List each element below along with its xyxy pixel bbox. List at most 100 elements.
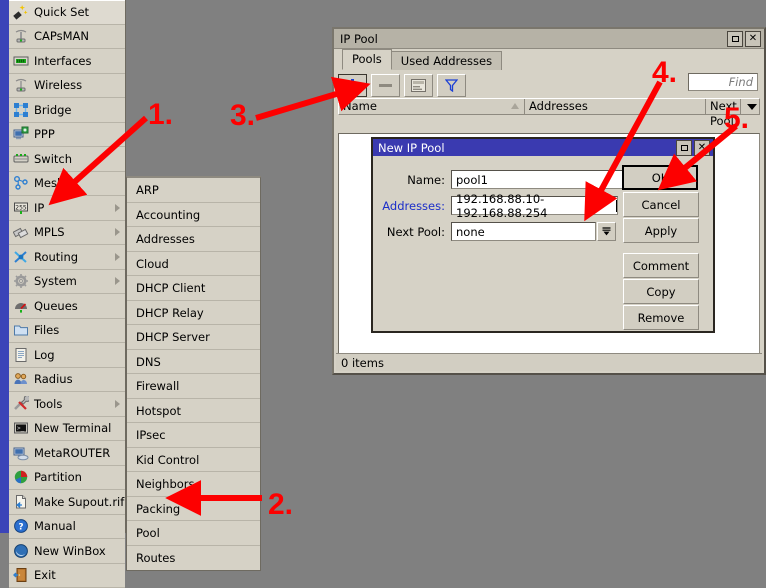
- comment-button[interactable]: [404, 74, 433, 97]
- sidebar-item-system[interactable]: System: [9, 270, 125, 295]
- wireless-icon: [13, 77, 29, 93]
- quickset-icon: [13, 4, 29, 20]
- sidebar-item-label: Routing: [34, 250, 78, 264]
- submenu-item-routes[interactable]: Routes: [127, 546, 260, 571]
- sidebar-item-ip[interactable]: 255IP: [9, 196, 125, 221]
- tab-used-addresses[interactable]: Used Addresses: [391, 51, 502, 70]
- metarouter-icon: [13, 445, 29, 461]
- sidebar-item-new-winbox[interactable]: New WinBox: [9, 539, 125, 564]
- bridge-icon: [13, 102, 29, 118]
- submenu-item-dns[interactable]: DNS: [127, 350, 260, 375]
- submenu-item-dhcp-server[interactable]: DHCP Server: [127, 325, 260, 350]
- sidebar-item-log[interactable]: Log: [9, 343, 125, 368]
- submenu-item-neighbors[interactable]: Neighbors: [127, 472, 260, 497]
- sidebar-item-partition[interactable]: Partition: [9, 466, 125, 491]
- sidebar-item-label: CAPsMAN: [34, 29, 89, 43]
- name-input[interactable]: pool1: [451, 170, 638, 189]
- radius-icon: [13, 371, 29, 387]
- annotation-1: 1.: [148, 100, 173, 130]
- next-pool-dropdown-button[interactable]: [597, 222, 616, 241]
- capsman-icon: [13, 28, 29, 44]
- find-input[interactable]: Find: [688, 73, 758, 91]
- sidebar-item-switch[interactable]: Switch: [9, 147, 125, 172]
- chevron-right-icon: [115, 253, 120, 261]
- sidebar-item-new-terminal[interactable]: >_New Terminal: [9, 417, 125, 442]
- cancel-button[interactable]: Cancel: [623, 192, 699, 217]
- ip-pool-tabs: Pools Used Addresses: [334, 49, 764, 70]
- mesh-icon: [13, 175, 29, 191]
- submenu-item-dhcp-relay[interactable]: DHCP Relay: [127, 301, 260, 326]
- sidebar-item-label: Tools: [34, 397, 62, 411]
- next-pool-input[interactable]: none: [451, 222, 596, 241]
- submenu-item-cloud[interactable]: Cloud: [127, 252, 260, 277]
- sidebar-item-wireless[interactable]: Wireless: [9, 74, 125, 99]
- sidebar-item-exit[interactable]: Exit: [9, 564, 125, 588]
- submenu-item-hotspot[interactable]: Hotspot: [127, 399, 260, 424]
- tab-pools[interactable]: Pools: [342, 49, 392, 70]
- chevron-right-icon: [115, 400, 120, 408]
- mpls-icon: [13, 224, 29, 240]
- sidebar-item-routing[interactable]: Routing: [9, 245, 125, 270]
- submenu-item-addresses[interactable]: Addresses: [127, 227, 260, 252]
- submenu-item-firewall[interactable]: Firewall: [127, 374, 260, 399]
- sidebar-item-queues[interactable]: Queues: [9, 294, 125, 319]
- remove-button[interactable]: [371, 74, 400, 97]
- maximize-icon[interactable]: [676, 140, 692, 156]
- column-header-name[interactable]: Name: [339, 99, 525, 114]
- sidebar-item-manual[interactable]: ?Manual: [9, 515, 125, 540]
- remove-button[interactable]: Remove: [623, 305, 699, 330]
- interfaces-icon: [13, 53, 29, 69]
- submenu-item-dhcp-client[interactable]: DHCP Client: [127, 276, 260, 301]
- sidebar-item-label: Quick Set: [34, 5, 89, 19]
- sidebar-item-interfaces[interactable]: Interfaces: [9, 49, 125, 74]
- ip-pool-titlebar: IP Pool ✕: [334, 29, 764, 49]
- sidebar-item-make-supout-rif[interactable]: Make Supout.rif: [9, 490, 125, 515]
- new-ip-pool-titlebar: New IP Pool ✕: [373, 139, 713, 156]
- sidebar-item-label: Switch: [34, 152, 72, 166]
- sidebar-item-files[interactable]: Files: [9, 319, 125, 344]
- winbox-left-strip: [0, 0, 9, 533]
- copy-button[interactable]: Copy: [623, 279, 699, 304]
- addresses-input[interactable]: 192.168.88.10-192.168.88.254: [451, 196, 618, 215]
- queues-icon: [13, 298, 29, 314]
- sidebar-item-quick-set[interactable]: Quick Set: [9, 0, 125, 25]
- comment-button[interactable]: Comment: [623, 253, 699, 278]
- sidebar-item-label: Exit: [34, 568, 56, 582]
- sidebar-item-tools[interactable]: Tools: [9, 392, 125, 417]
- submenu-item-pool[interactable]: Pool: [127, 521, 260, 546]
- ok-button[interactable]: OK: [622, 165, 698, 190]
- sidebar-item-label: New WinBox: [34, 544, 106, 558]
- sidebar-item-ppp[interactable]: PPP: [9, 123, 125, 148]
- sidebar-item-bridge[interactable]: Bridge: [9, 98, 125, 123]
- submenu-item-kid-control[interactable]: Kid Control: [127, 448, 260, 473]
- column-header-addresses[interactable]: Addresses: [525, 99, 706, 114]
- close-icon[interactable]: ✕: [745, 31, 761, 47]
- close-icon[interactable]: ✕: [694, 140, 710, 156]
- addresses-input-value: 192.168.88.10-192.168.88.254: [456, 192, 616, 220]
- filter-button[interactable]: [437, 74, 466, 97]
- submenu-item-arp[interactable]: ARP: [127, 178, 260, 203]
- submenu-item-ipsec[interactable]: IPsec: [127, 423, 260, 448]
- sidebar-item-label: Files: [34, 323, 59, 337]
- sidebar-item-metarouter[interactable]: MetaROUTER: [9, 441, 125, 466]
- sidebar-item-label: Mesh: [34, 176, 64, 190]
- sidebar-item-label: Queues: [34, 299, 78, 313]
- submenu-item-packing[interactable]: Packing: [127, 497, 260, 522]
- apply-button[interactable]: Apply: [623, 218, 699, 243]
- sidebar-item-radius[interactable]: Radius: [9, 368, 125, 393]
- name-label: Name:: [373, 173, 451, 187]
- name-input-value: pool1: [456, 173, 488, 187]
- sidebar-item-mpls[interactable]: MPLS: [9, 221, 125, 246]
- add-button[interactable]: [338, 74, 367, 97]
- submenu-item-accounting[interactable]: Accounting: [127, 203, 260, 228]
- svg-text:>_: >_: [17, 425, 25, 432]
- maximize-icon[interactable]: [727, 31, 743, 47]
- sidebar-item-mesh[interactable]: Mesh: [9, 172, 125, 197]
- terminal-icon: >_: [13, 420, 29, 436]
- sidebar-item-label: PPP: [34, 127, 55, 141]
- winbox-icon: [13, 543, 29, 559]
- sidebar-item-capsman[interactable]: CAPsMAN: [9, 25, 125, 50]
- chevron-right-icon: [115, 277, 120, 285]
- ip-pool-statusbar: 0 items: [336, 353, 762, 371]
- next-pool-input-value: none: [456, 225, 485, 239]
